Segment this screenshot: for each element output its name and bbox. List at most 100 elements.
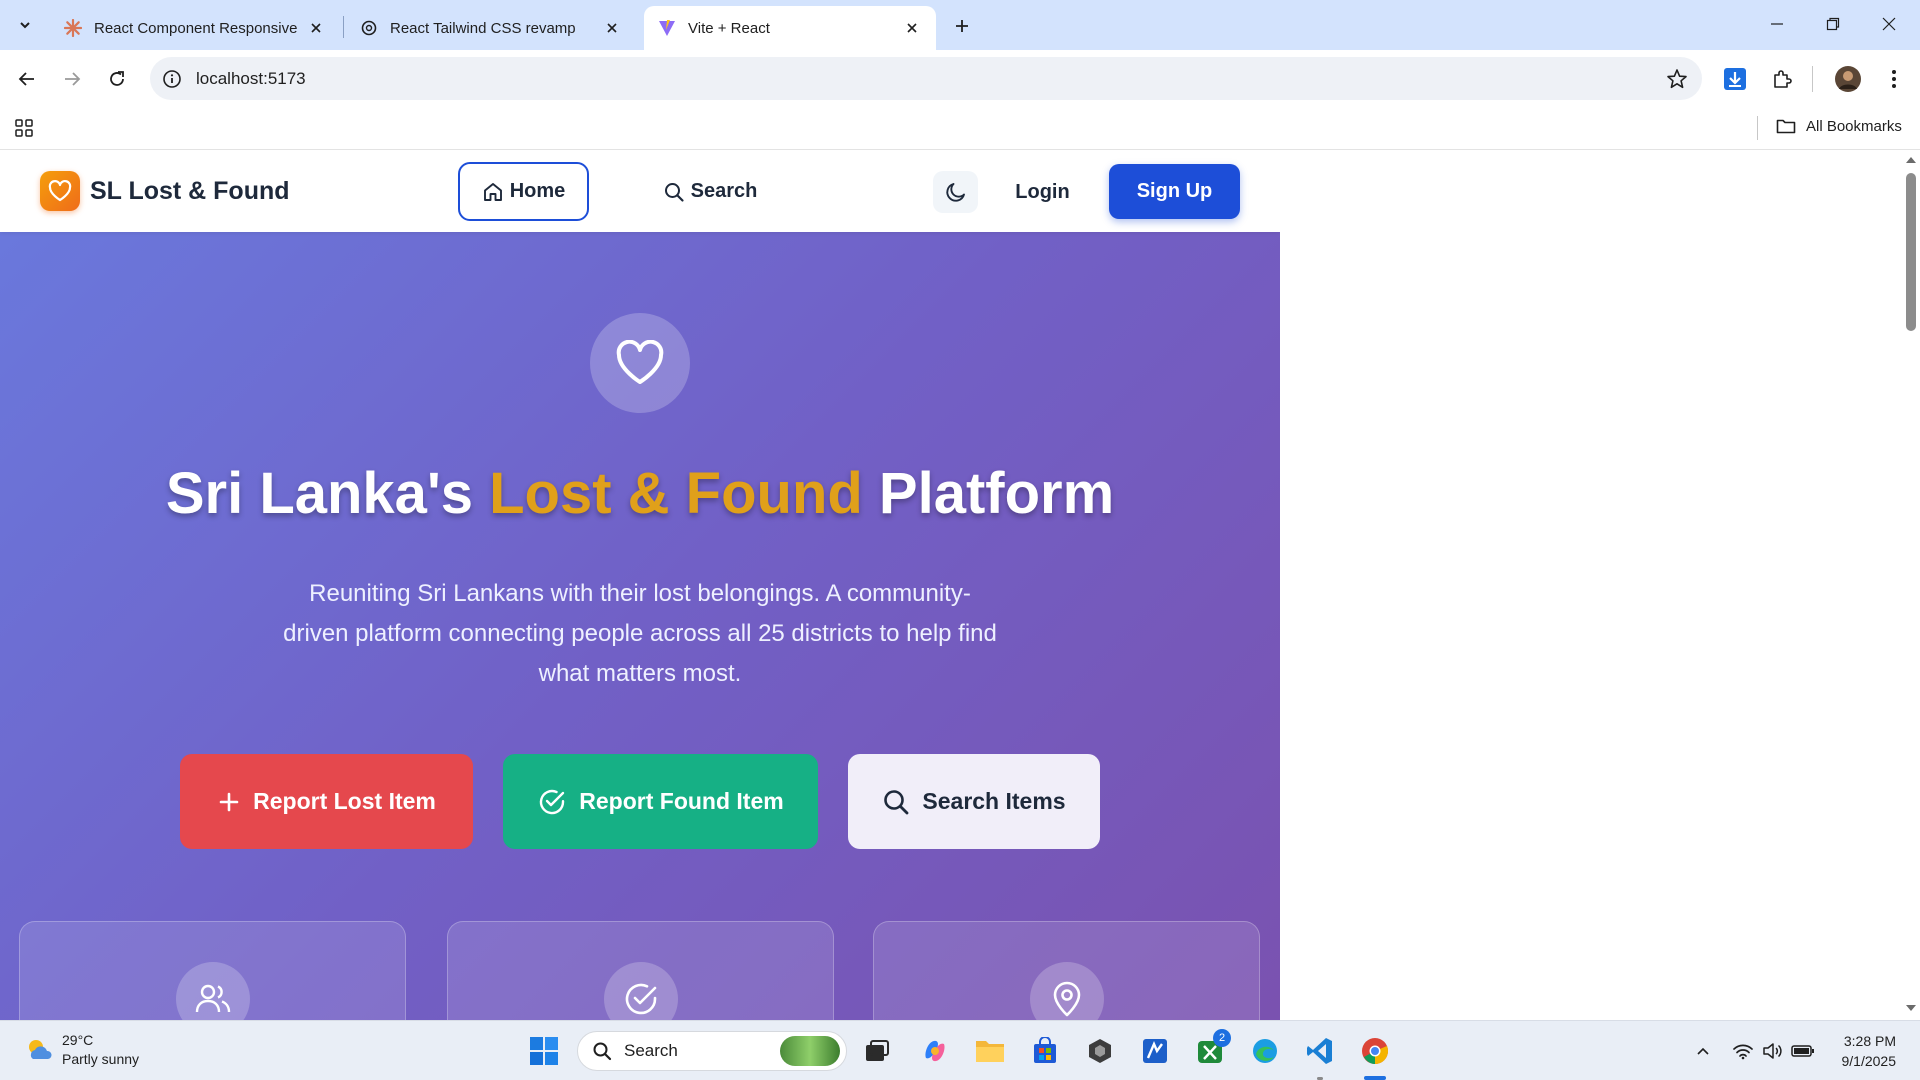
reload-icon	[110, 71, 124, 86]
apps-grid-icon[interactable]	[14, 118, 34, 138]
reload-button[interactable]	[102, 64, 132, 94]
feature-card-verified	[447, 921, 834, 1020]
report-found-item-button[interactable]: Report Found Item	[503, 754, 818, 849]
search-highlight-image	[780, 1036, 840, 1066]
browser-tab-active[interactable]: Vite + React	[644, 6, 936, 50]
chevron-down-icon	[20, 22, 30, 29]
bookmarks-bar: All Bookmarks	[0, 108, 1920, 150]
edge-icon[interactable]	[1247, 1033, 1283, 1069]
file-explorer-icon[interactable]	[972, 1033, 1008, 1069]
partly-sunny-icon	[29, 1040, 52, 1059]
forward-button[interactable]	[57, 64, 87, 94]
chrome-icon[interactable]	[1357, 1033, 1393, 1069]
report-lost-item-button[interactable]: Report Lost Item	[180, 754, 473, 849]
unity-hub-icon[interactable]	[1082, 1033, 1118, 1069]
task-view-icon[interactable]	[859, 1033, 895, 1069]
minimize-window-button[interactable]	[1754, 8, 1800, 40]
xbox-notification-badge: 2	[1213, 1029, 1231, 1047]
close-window-button[interactable]	[1866, 8, 1912, 40]
tab-title: React Component Responsive R	[94, 19, 298, 37]
hero-title-highlight: Lost & Found	[489, 461, 863, 526]
weather-description: Partly sunny	[62, 1051, 140, 1067]
browser-tab-strip: React Component Responsive R React Tailw…	[0, 0, 1920, 50]
more-vertical-icon	[1892, 70, 1896, 88]
avatar	[1835, 66, 1861, 92]
tab-title: React Tailwind CSS revamp	[390, 19, 576, 37]
hero-heart-icon	[590, 313, 690, 413]
url-text[interactable]: localhost:5173	[196, 69, 306, 89]
signup-button[interactable]: Sign Up	[1109, 164, 1240, 219]
restore-window-button[interactable]	[1810, 8, 1856, 40]
scroll-up-icon[interactable]	[1905, 155, 1917, 165]
browser-toolbar: localhost:5173	[0, 50, 1920, 108]
theme-toggle-button[interactable]	[933, 171, 978, 213]
microsoft-store-icon[interactable]	[1027, 1033, 1063, 1069]
vscode-icon[interactable]	[1302, 1033, 1338, 1069]
close-tab-icon[interactable]	[902, 18, 922, 38]
site-info-icon[interactable]	[162, 69, 182, 89]
arrow-left-icon	[18, 72, 34, 86]
volume-icon[interactable]	[1761, 1039, 1785, 1063]
search-items-label: Search Items	[922, 788, 1066, 814]
bookmark-star-icon[interactable]	[1666, 68, 1688, 90]
extensions-button[interactable]	[1767, 64, 1797, 94]
browser-tab[interactable]: React Component Responsive R	[50, 6, 340, 50]
page-scrollbar[interactable]	[1902, 151, 1920, 1020]
all-bookmarks-label: All Bookmarks	[1806, 117, 1902, 135]
back-button[interactable]	[12, 64, 42, 94]
scrollbar-thumb[interactable]	[1906, 173, 1916, 331]
chatgpt-icon	[360, 19, 378, 37]
weather-widget[interactable]: 29°C Partly sunny	[24, 1031, 139, 1069]
arrow-right-icon	[65, 72, 81, 86]
moon-icon	[945, 183, 965, 202]
tab-divider	[343, 16, 344, 38]
download-icon	[1724, 68, 1746, 90]
claude-icon	[64, 19, 82, 37]
wifi-icon[interactable]	[1731, 1039, 1755, 1063]
azure-data-studio-icon[interactable]	[1137, 1033, 1173, 1069]
home-icon	[483, 182, 502, 201]
folder-icon	[1776, 119, 1796, 134]
address-bar[interactable]: localhost:5173	[150, 57, 1702, 100]
bookmarks-divider	[1757, 116, 1758, 140]
nav-search-link[interactable]: Search	[640, 162, 780, 221]
hero-title: Sri Lanka's Lost & Found Platform	[0, 460, 1280, 527]
profile-avatar-button[interactable]	[1833, 64, 1863, 94]
taskbar-clock[interactable]: 3:28 PM 9/1/2025	[1820, 1031, 1897, 1071]
new-tab-button[interactable]	[948, 12, 976, 40]
download-extension-button[interactable]	[1720, 64, 1750, 94]
battery-icon[interactable]	[1791, 1039, 1815, 1063]
page-viewport: SL Lost & Found Home Search Login Sign U…	[0, 151, 1920, 1020]
search-items-button[interactable]: Search Items	[848, 754, 1100, 849]
vite-icon	[658, 19, 676, 37]
taskbar-search-box[interactable]: Search	[577, 1031, 847, 1071]
browser-menu-button[interactable]	[1879, 64, 1909, 94]
scroll-down-icon[interactable]	[1905, 1003, 1917, 1013]
windows-start-icon[interactable]	[528, 1035, 560, 1067]
plus-icon	[219, 792, 239, 811]
hero-title-part1: Sri Lanka's	[165, 461, 490, 526]
weather-temperature: 29°C	[62, 1032, 94, 1048]
nav-home-link[interactable]: Home	[458, 162, 589, 221]
clock-date: 9/1/2025	[1841, 1053, 1897, 1069]
chevron-up-icon	[1697, 1047, 1709, 1055]
site-brand[interactable]: SL Lost & Found	[40, 171, 290, 211]
feature-card-districts	[873, 921, 1260, 1020]
users-icon	[176, 962, 250, 1020]
active-app-indicator	[1364, 1076, 1386, 1080]
close-tab-icon[interactable]	[602, 18, 622, 38]
show-hidden-icons-button[interactable]	[1691, 1039, 1715, 1063]
tab-search-menu-button[interactable]	[10, 10, 40, 40]
all-bookmarks-button[interactable]: All Bookmarks	[1776, 117, 1902, 135]
copilot-icon[interactable]	[917, 1033, 953, 1069]
close-tab-icon[interactable]	[306, 18, 326, 38]
login-button[interactable]: Login	[1005, 171, 1080, 213]
taskbar-search-placeholder: Search	[624, 1041, 678, 1060]
browser-tab[interactable]: React Tailwind CSS revamp	[346, 6, 636, 50]
site-navbar: SL Lost & Found Home Search Login Sign U…	[0, 151, 1280, 232]
search-icon	[884, 789, 909, 814]
feature-card-community	[19, 921, 406, 1020]
nav-home-label: Home	[509, 180, 566, 202]
report-found-label: Report Found Item	[579, 788, 784, 814]
check-circle-icon	[540, 789, 565, 814]
